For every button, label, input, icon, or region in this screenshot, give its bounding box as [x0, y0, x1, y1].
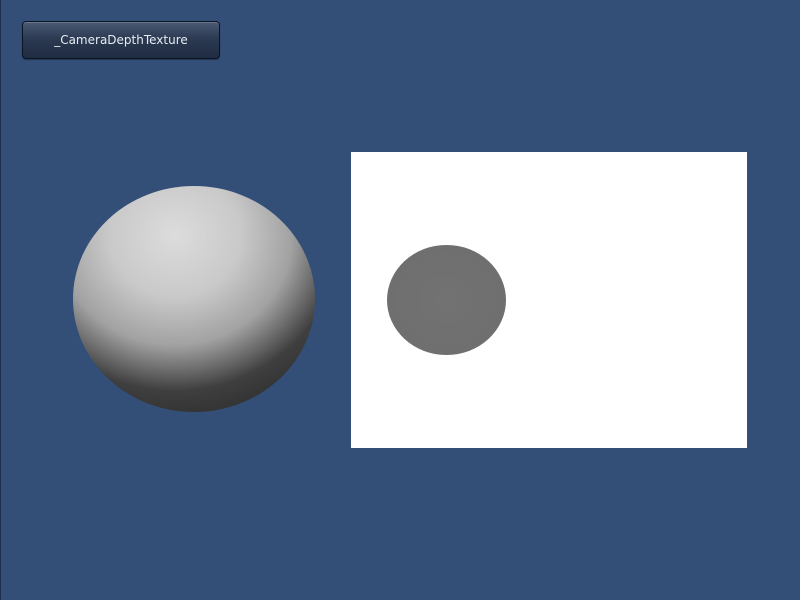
depth-texture-preview: [351, 152, 747, 448]
scene-sphere: [73, 186, 315, 412]
camera-depth-texture-button[interactable]: _CameraDepthTexture: [22, 21, 220, 59]
depth-sphere-silhouette: [387, 245, 506, 355]
viewport-edge: [0, 0, 1, 600]
